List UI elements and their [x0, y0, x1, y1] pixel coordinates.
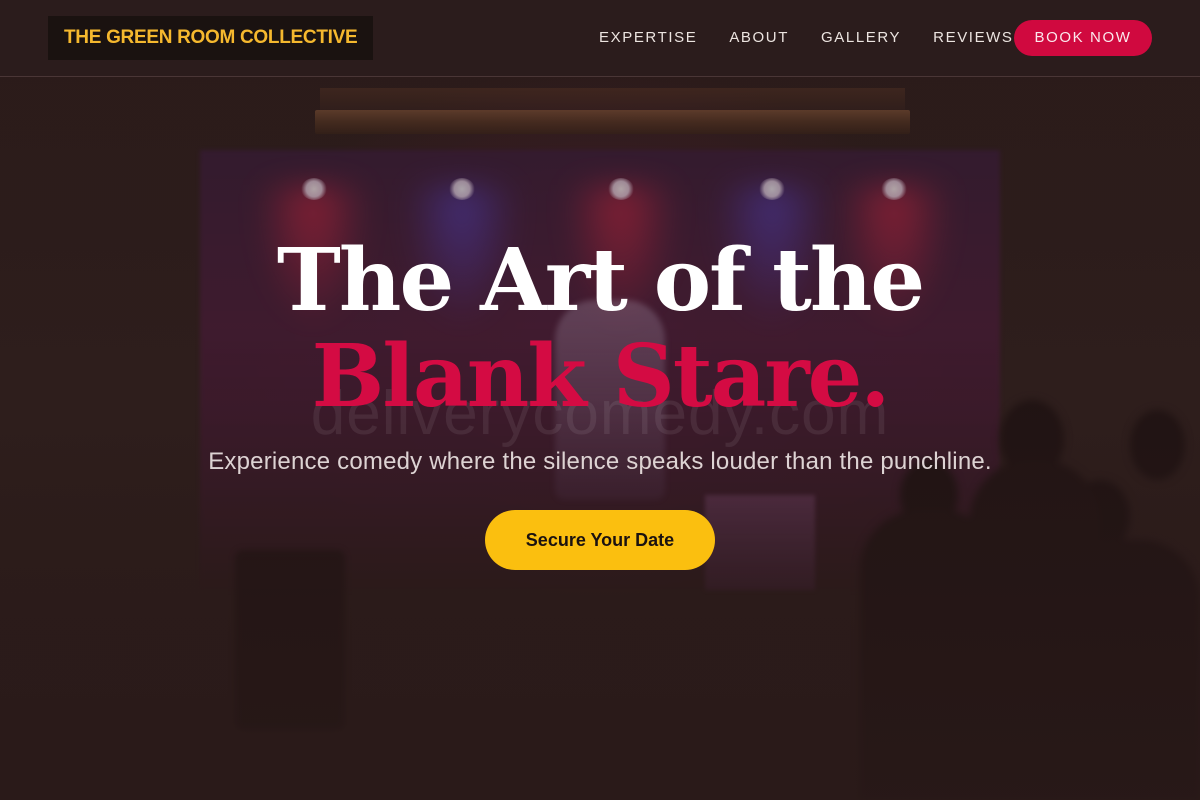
headline-line-1: The Art of the — [276, 230, 925, 331]
headline-line-2: Blank Stare. — [311, 326, 891, 427]
secure-date-button[interactable]: Secure Your Date — [485, 510, 715, 570]
nav-link-about[interactable]: ABOUT — [713, 20, 805, 56]
hero-headline: The Art of the Blank Stare. — [0, 233, 1200, 425]
nav-links: EXPERTISE ABOUT GALLERY REVIEWS — [583, 20, 1030, 56]
brand-logo[interactable]: THE GREEN ROOM COLLECTIVE — [48, 16, 374, 60]
navbar: THE GREEN ROOM COLLECTIVE EXPERTISE ABOU… — [0, 0, 1200, 77]
nav-link-reviews[interactable]: REVIEWS — [917, 20, 1029, 56]
hero-tagline: Experience comedy where the silence spea… — [208, 448, 992, 475]
nav-link-expertise[interactable]: EXPERTISE — [583, 20, 713, 56]
page: THE GREEN ROOM COLLECTIVE EXPERTISE ABOU… — [0, 0, 1200, 800]
nav-link-gallery[interactable]: GALLERY — [805, 20, 917, 56]
hero-section: deliverycomedy.com The Art of the Blank … — [0, 77, 1200, 800]
book-now-button[interactable]: BOOK NOW — [1014, 20, 1152, 56]
